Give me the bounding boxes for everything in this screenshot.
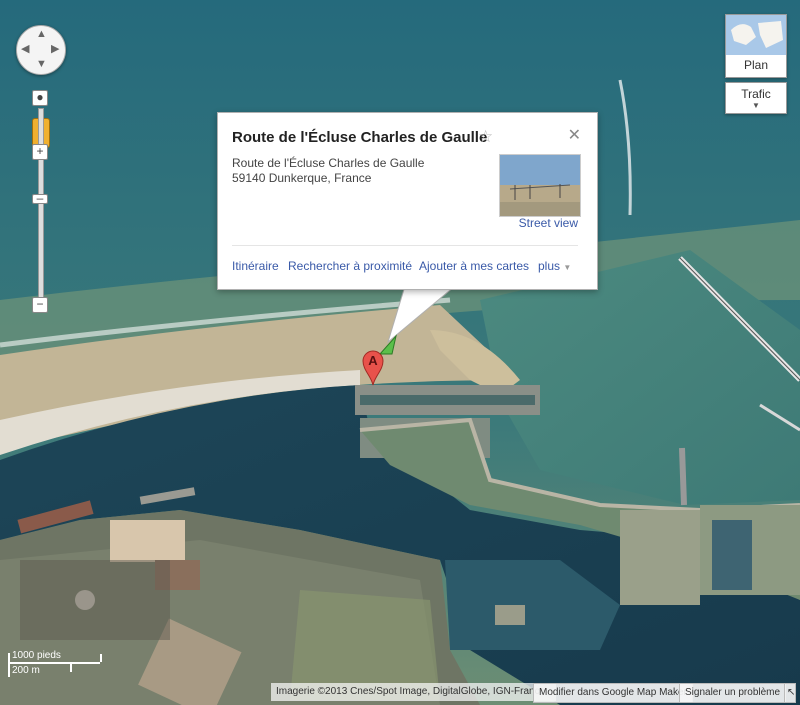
place-title: Route de l'Écluse Charles de Gaulle (232, 129, 488, 146)
pan-right-icon[interactable]: ▶ (51, 44, 59, 55)
plan-label: Plan (743, 58, 769, 72)
chevron-down-icon: ▼ (752, 101, 760, 110)
divider (232, 245, 578, 246)
plus-label: plus (538, 259, 561, 273)
fit-view-button[interactable]: ● (32, 90, 48, 106)
report-problem-link[interactable]: Signaler un problème (679, 683, 787, 703)
zoom-out-button[interactable]: − (32, 297, 48, 313)
chevron-down-icon: ▼ (563, 263, 572, 272)
zoom-in-button[interactable]: + (32, 144, 48, 160)
map-thumbnail-icon (726, 15, 786, 55)
rechercher-a-proximite-link[interactable]: Rechercher à proximité (288, 259, 412, 273)
pan-up-icon[interactable]: ▲ (36, 29, 47, 40)
plus-link[interactable]: plus ▼ (538, 259, 571, 273)
map-maker-link[interactable]: Modifier dans Google Map Maker (533, 683, 693, 703)
star-icon[interactable]: ☆ (478, 127, 493, 147)
pan-control[interactable]: ▲ ◀ ▶ ▼ (16, 25, 66, 75)
address-line-1: Route de l'Écluse Charles de Gaulle (232, 156, 425, 170)
zoom-slider-track[interactable] (38, 108, 44, 308)
scale-imperial: 1000 pieds (12, 650, 61, 661)
address-line-2: 59140 Dunkerque, France (232, 171, 372, 185)
street-view-link[interactable]: Street view (519, 216, 578, 230)
itineraire-link[interactable]: Itinéraire (232, 259, 279, 273)
map-footer: Imagerie ©2013 Cnes/Spot Image, DigitalG… (271, 683, 800, 703)
imagery-attribution: Imagerie ©2013 Cnes/Spot Image, DigitalG… (271, 683, 557, 701)
pan-left-icon[interactable]: ◀ (21, 44, 29, 55)
street-view-thumbnail[interactable] (499, 154, 581, 217)
place-infowindow: Route de l'Écluse Charles de Gaulle ☆ ✕ … (217, 112, 598, 290)
pan-down-icon[interactable]: ▼ (36, 59, 47, 70)
zoom-slider-thumb[interactable]: – (32, 192, 48, 204)
satellite-map[interactable] (0, 0, 800, 705)
trafic-label: Trafic (741, 87, 771, 101)
marker-label: A (368, 353, 378, 368)
scale-bar: 1000 pieds 200 m (6, 650, 102, 678)
close-icon[interactable]: ✕ (568, 125, 581, 145)
plan-map-type-button[interactable]: Plan (725, 14, 787, 78)
resize-icon[interactable]: ↖ (784, 683, 796, 703)
trafic-button[interactable]: Trafic ▼ (725, 82, 787, 114)
place-marker-a[interactable]: A (362, 350, 384, 386)
scale-metric: 200 m (12, 665, 40, 676)
ajouter-a-mes-cartes-link[interactable]: Ajouter à mes cartes (419, 259, 529, 273)
